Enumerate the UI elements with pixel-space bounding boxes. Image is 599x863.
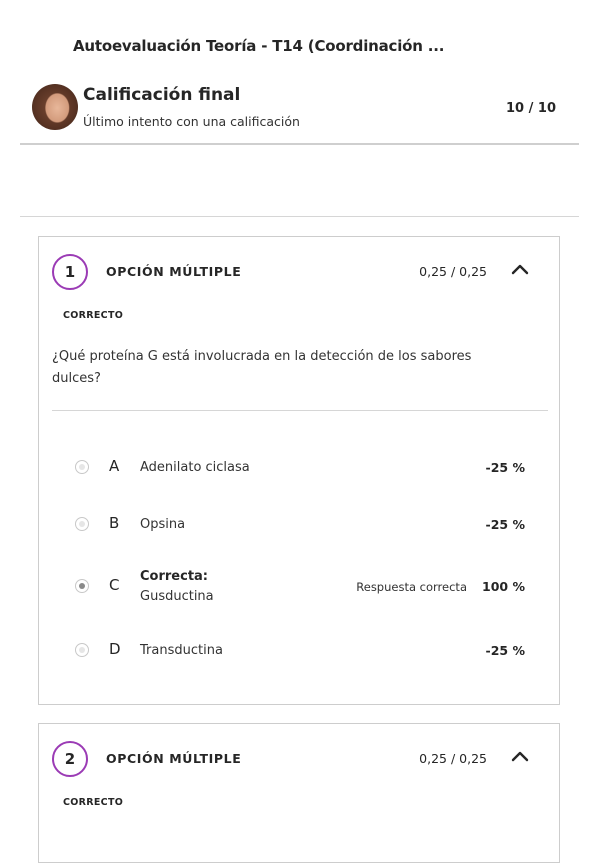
correct-label: Correcta: — [140, 569, 209, 584]
answer-option-a: A Adenilato ciclasa -25 % — [39, 447, 559, 487]
question-type: OPCIÓN MÚLTIPLE — [106, 264, 242, 279]
option-text: Correcta: Gusductina — [140, 567, 214, 607]
option-text-value: Gusductina — [140, 589, 214, 604]
divider — [52, 410, 548, 411]
option-percentage: -25 % — [485, 643, 525, 658]
question-score: 0,25 / 0,25 — [419, 264, 487, 279]
option-text: Adenilato ciclasa — [140, 460, 250, 475]
option-percentage: -25 % — [485, 460, 525, 475]
divider — [20, 143, 579, 145]
option-letter: B — [109, 514, 120, 532]
question-card-1: 1 OPCIÓN MÚLTIPLE 0,25 / 0,25 CORRECTO ¿… — [38, 236, 560, 705]
radio-icon — [75, 643, 89, 657]
option-letter: D — [109, 640, 121, 658]
question-number-badge: 1 — [52, 254, 88, 290]
question-status: CORRECTO — [63, 310, 124, 321]
question-card-2: 2 OPCIÓN MÚLTIPLE 0,25 / 0,25 CORRECTO — [38, 723, 560, 863]
question-type: OPCIÓN MÚLTIPLE — [106, 751, 242, 766]
question-status: CORRECTO — [63, 797, 124, 808]
option-letter: A — [109, 457, 120, 475]
radio-icon — [75, 517, 89, 531]
divider — [20, 216, 579, 217]
page-title: Autoevaluación Teoría - T14 (Coordinació… — [73, 37, 445, 55]
question-number-badge: 2 — [52, 741, 88, 777]
final-grade-subtitle: Último intento con una calificación — [83, 114, 300, 129]
option-letter: C — [109, 576, 120, 594]
radio-icon — [75, 460, 89, 474]
question-text: ¿Qué proteína G está involucrada en la d… — [52, 349, 472, 386]
option-text: Transductina — [140, 643, 223, 658]
final-grade-title: Calificación final — [83, 85, 241, 105]
question-score: 0,25 / 0,25 — [419, 751, 487, 766]
option-percentage: -25 % — [485, 517, 525, 532]
final-grade-score: 10 / 10 — [506, 101, 556, 116]
answer-option-c: C Correcta: Gusductina Respuesta correct… — [39, 567, 559, 611]
option-text: Opsina — [140, 517, 186, 532]
answer-option-d: D Transductina -25 % — [39, 630, 559, 670]
correct-answer-note: Respuesta correcta — [356, 580, 467, 594]
radio-icon — [75, 579, 89, 593]
option-percentage: 100 % — [482, 579, 525, 594]
chevron-up-icon[interactable] — [510, 749, 530, 763]
avatar — [32, 84, 78, 130]
answer-option-b: B Opsina -25 % — [39, 504, 559, 544]
chevron-up-icon[interactable] — [510, 262, 530, 276]
